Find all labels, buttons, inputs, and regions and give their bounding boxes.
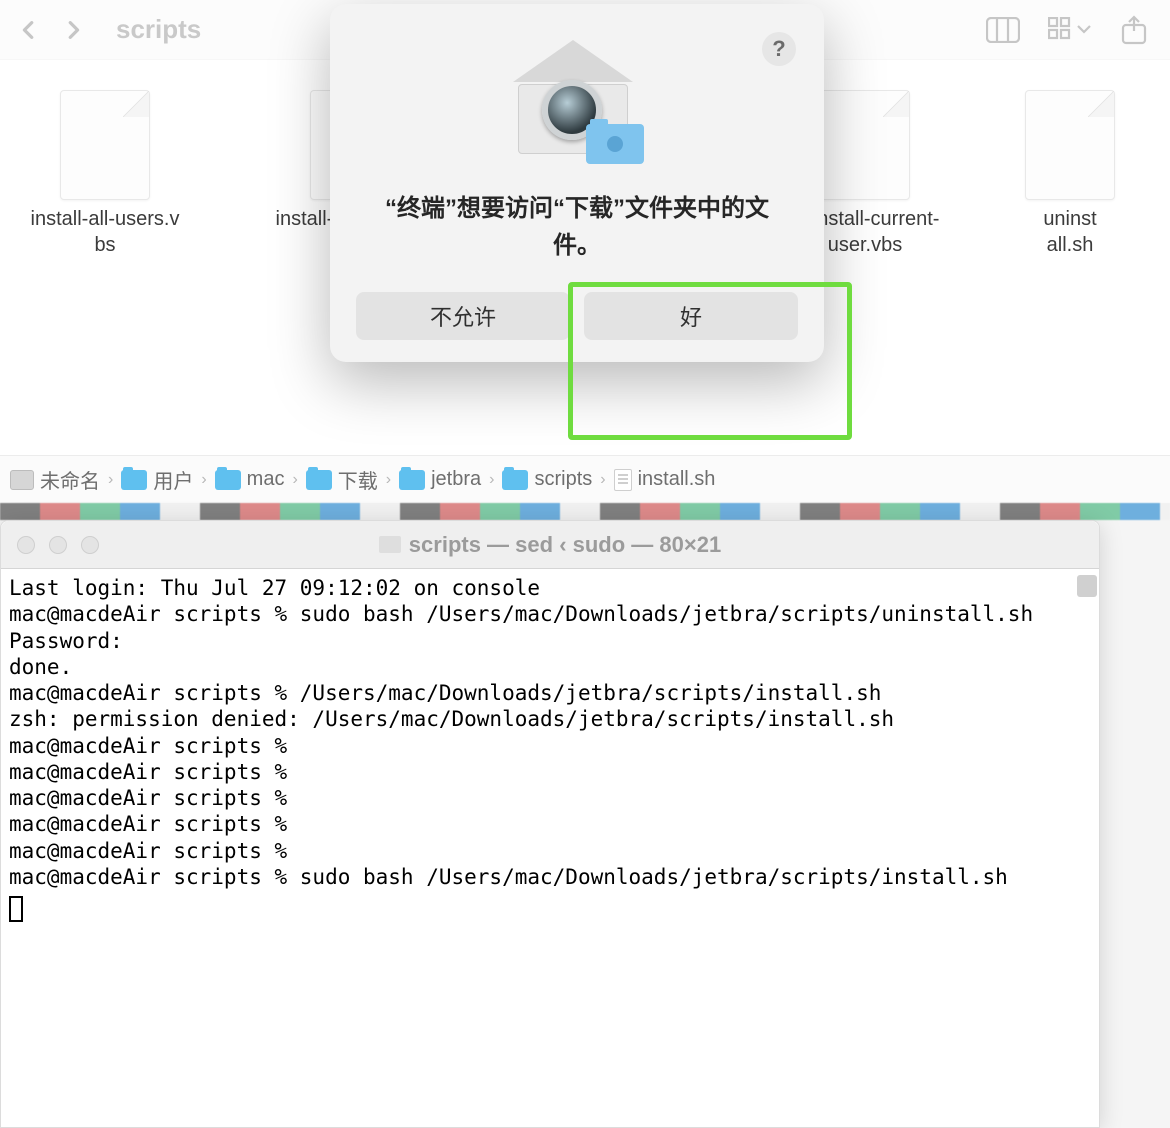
close-window-icon[interactable]: [17, 536, 35, 554]
file-icon: [1025, 90, 1115, 200]
pathbar-label: scripts: [534, 468, 592, 491]
pathbar-segment[interactable]: scripts: [502, 468, 592, 491]
app-icon: ↓: [512, 40, 642, 170]
folder-icon: [399, 470, 425, 490]
permission-dialog: ? ↓ “终端”想要访问“下载”文件夹中的文件。 不允许 好: [330, 4, 824, 362]
folder-icon: [502, 470, 528, 490]
folder-icon: [215, 470, 241, 490]
terminal-body[interactable]: Last login: Thu Jul 27 09:12:02 on conso…: [1, 569, 1099, 1127]
terminal-window: scripts — sed ‹ sudo — 80×21 Last login:…: [0, 520, 1100, 1128]
file-item[interactable]: install-all-users.vbs: [20, 90, 190, 455]
share-icon[interactable]: [1120, 15, 1148, 45]
deny-button[interactable]: 不允许: [356, 292, 570, 340]
allow-button[interactable]: 好: [584, 292, 798, 340]
pathbar-segment[interactable]: 用户: [121, 465, 193, 494]
finder-pathbar: 未命名› 用户› mac› 下载› jetbra› scripts› insta…: [0, 455, 1170, 503]
terminal-title-text: scripts — sed ‹ sudo — 80×21: [409, 532, 721, 558]
file-icon: [820, 90, 910, 200]
file-item[interactable]: uninstall.sh: [1030, 90, 1110, 455]
file-icon: [60, 90, 150, 200]
pathbar-segment[interactable]: 未命名: [10, 465, 100, 494]
file-label: install-all-users.vbs: [25, 206, 185, 258]
terminal-title: scripts — sed ‹ sudo — 80×21: [1, 532, 1099, 558]
dialog-message: “终端”想要访问“下载”文件夹中的文件。: [356, 190, 798, 292]
pathbar-label: 未命名: [40, 465, 100, 494]
terminal-titlebar[interactable]: scripts — sed ‹ sudo — 80×21: [1, 521, 1099, 569]
forward-icon[interactable]: [62, 19, 84, 41]
pathbar-label: 用户: [153, 465, 193, 494]
document-icon: [614, 469, 632, 491]
back-icon[interactable]: [18, 19, 40, 41]
zoom-window-icon[interactable]: [81, 536, 99, 554]
pathbar-segment[interactable]: install.sh: [614, 468, 716, 491]
folder-icon: [121, 470, 147, 490]
help-icon[interactable]: ?: [762, 32, 796, 66]
finder-toolbar-right: [986, 15, 1148, 45]
terminal-output: Last login: Thu Jul 27 09:12:02 on conso…: [9, 575, 1091, 890]
minimize-window-icon[interactable]: [49, 536, 67, 554]
pathbar-segment[interactable]: mac: [215, 468, 285, 491]
scrollbar[interactable]: [1077, 575, 1097, 597]
background-strip: [0, 503, 1170, 520]
pathbar-label: 下载: [338, 465, 378, 494]
file-label: uninstall.sh: [1040, 206, 1100, 258]
dialog-buttons: 不允许 好: [356, 292, 798, 340]
terminal-cursor: [9, 896, 23, 922]
view-grid-icon[interactable]: [1048, 17, 1092, 43]
disk-icon: [10, 470, 34, 490]
pathbar-segment[interactable]: jetbra: [399, 468, 481, 491]
window-controls: [17, 536, 99, 554]
folder-icon: [379, 536, 401, 553]
pathbar-label: jetbra: [431, 468, 481, 491]
pathbar-label: install.sh: [638, 468, 716, 491]
pathbar-label: mac: [247, 468, 285, 491]
folder-icon: [306, 470, 332, 490]
view-columns-icon[interactable]: [986, 17, 1020, 43]
pathbar-segment[interactable]: 下载: [306, 465, 378, 494]
